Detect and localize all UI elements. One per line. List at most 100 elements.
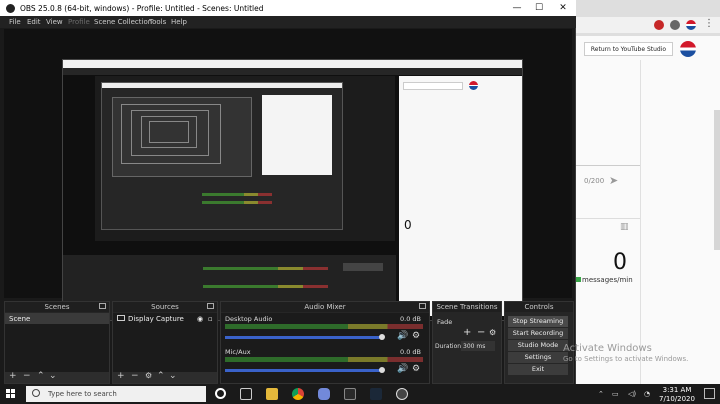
nested-capture: 0 (62, 59, 523, 321)
file-explorer-icon[interactable] (266, 388, 278, 400)
return-to-studio-button[interactable]: Return to YouTube Studio (584, 42, 673, 56)
move-up-icon[interactable]: ⌃ (157, 371, 165, 381)
minimize-button[interactable]: — (506, 1, 528, 15)
add-transition-button[interactable]: + (463, 327, 471, 338)
task-view-icon[interactable] (240, 388, 252, 400)
windows-start-icon[interactable] (6, 389, 16, 399)
extension-icon[interactable] (670, 20, 680, 30)
browser-toolbar: ⋮ (576, 17, 720, 33)
menu-profile[interactable]: Profile (68, 18, 90, 26)
search-placeholder: Type here to search (48, 390, 117, 398)
mic-aux-meter (225, 357, 423, 362)
desktop-audio-knob[interactable] (379, 334, 385, 340)
source-item[interactable]: Display Capture ◉ ▫ (113, 313, 217, 324)
remove-scene-button[interactable]: − (23, 371, 31, 381)
mic-aux-label: Mic/Aux (225, 348, 251, 356)
transitions-title: Scene Transitions (436, 303, 498, 311)
desktop-audio-db: 0.0 dB (400, 315, 421, 323)
gear-icon[interactable]: ⚙ (489, 328, 496, 337)
monitor-icon (117, 315, 125, 321)
undock-icon[interactable] (419, 303, 426, 309)
cortana-icon[interactable] (215, 388, 226, 399)
window-title: OBS 25.0.8 (64-bit, windows) - Profile: … (20, 4, 264, 13)
scene-transitions-dock: Scene Transitions Fade + − ⚙ Duration 30… (432, 301, 502, 384)
nested-youtube: 0 (399, 76, 522, 316)
exit-button[interactable]: Exit (508, 364, 568, 375)
maximize-button[interactable]: ☐ (528, 1, 550, 15)
activate-windows-subtitle: Go to Settings to activate Windows. (563, 355, 689, 363)
menu-help[interactable]: Help (171, 18, 187, 26)
status-dot-icon (576, 277, 581, 282)
menu-view[interactable]: View (46, 18, 63, 26)
obs-taskbar-icon[interactable] (396, 388, 408, 400)
preview-canvas[interactable]: 0 (4, 29, 572, 321)
mixer-title: Audio Mixer (304, 303, 346, 311)
sources-title: Sources (151, 303, 179, 311)
settings-button[interactable]: Settings (508, 352, 568, 363)
adblock-icon[interactable] (654, 20, 664, 30)
stop-streaming-button[interactable]: Stop Streaming (508, 316, 568, 327)
move-down-icon[interactable]: ⌄ (49, 371, 57, 381)
mic-aux-slider[interactable] (225, 369, 383, 372)
speaker-icon[interactable]: 🔊 (397, 331, 408, 341)
menu-file[interactable]: File (9, 18, 21, 26)
eye-icon[interactable]: ◉ (197, 315, 203, 323)
start-recording-button[interactable]: Start Recording (508, 328, 568, 339)
discord-icon[interactable] (318, 388, 330, 400)
youtube-chat-window: ⋮ Return to YouTube Studio 0/200 ➤ ▥ 0 m… (576, 0, 720, 384)
taskbar: Type here to search ⌃ ▭ ◁) ◔ 3:31 AM 7/1… (0, 384, 720, 404)
nested-capture-2 (101, 82, 343, 230)
close-button[interactable]: ✕ (552, 1, 574, 15)
chrome-icon[interactable] (292, 388, 304, 400)
stats-icon: ▥ (620, 222, 629, 232)
clock[interactable]: 3:31 AM 7/10/2020 (656, 386, 698, 404)
steam-icon[interactable] (370, 388, 382, 400)
volume-icon[interactable]: ◁) (628, 390, 636, 398)
transition-select[interactable]: Fade (437, 318, 452, 326)
source-label: Display Capture (128, 315, 184, 323)
move-down-icon[interactable]: ⌄ (169, 371, 177, 381)
sources-dock: Sources Display Capture ◉ ▫ + − ⚙ ⌃ ⌄ (112, 301, 218, 384)
add-source-button[interactable]: + (117, 371, 125, 381)
menu-dots-icon[interactable]: ⋮ (704, 18, 714, 29)
notifications-icon[interactable] (704, 388, 715, 399)
mic-aux-knob[interactable] (379, 367, 385, 373)
studio-mode-button[interactable]: Studio Mode (508, 340, 568, 351)
scrollbar[interactable] (714, 110, 720, 250)
profile-avatar[interactable] (686, 20, 696, 30)
menu-bar: File Edit View Profile Scene Collection … (0, 16, 576, 28)
desktop-audio-meter (225, 324, 423, 329)
move-up-icon[interactable]: ⌃ (37, 371, 45, 381)
undock-icon[interactable] (207, 303, 214, 309)
gear-icon[interactable]: ⚙ (145, 371, 152, 380)
menu-edit[interactable]: Edit (27, 18, 41, 26)
gear-icon[interactable]: ⚙ (412, 364, 420, 374)
obs-window: OBS 25.0.8 (64-bit, windows) - Profile: … (0, 0, 576, 384)
activate-windows-watermark: Activate Windows (563, 343, 652, 354)
network-icon[interactable]: ▭ (612, 390, 619, 398)
desktop-audio-slider[interactable] (225, 336, 383, 339)
duration-label: Duration (435, 343, 462, 350)
remove-transition-button[interactable]: − (477, 327, 485, 338)
duration-input[interactable]: 300 ms (461, 341, 495, 351)
send-icon[interactable]: ➤ (609, 174, 618, 187)
dock-area: Scenes Scene + − ⌃ ⌄ Sources Display Cap… (4, 301, 574, 384)
gear-icon[interactable]: ⚙ (412, 331, 420, 341)
remove-source-button[interactable]: − (131, 371, 139, 381)
menu-scene-collection[interactable]: Scene Collection (94, 18, 152, 26)
wifi-icon[interactable]: ◔ (644, 390, 650, 398)
speaker-icon[interactable]: 🔊 (397, 364, 408, 374)
clock-date: 7/10/2020 (659, 395, 695, 403)
add-scene-button[interactable]: + (9, 371, 17, 381)
search-icon (32, 389, 40, 397)
gamepad-icon[interactable] (344, 388, 356, 400)
undock-icon[interactable] (99, 303, 106, 309)
messages-per-min: messages/min (576, 276, 633, 284)
menu-tools[interactable]: Tools (149, 18, 166, 26)
title-bar: OBS 25.0.8 (64-bit, windows) - Profile: … (0, 0, 576, 16)
scene-item[interactable]: Scene (5, 313, 109, 324)
clock-time: 3:31 AM (662, 386, 692, 394)
lock-icon[interactable]: ▫ (208, 315, 213, 323)
taskbar-search[interactable]: Type here to search (26, 386, 206, 402)
tray-chevron-icon[interactable]: ⌃ (598, 390, 604, 398)
